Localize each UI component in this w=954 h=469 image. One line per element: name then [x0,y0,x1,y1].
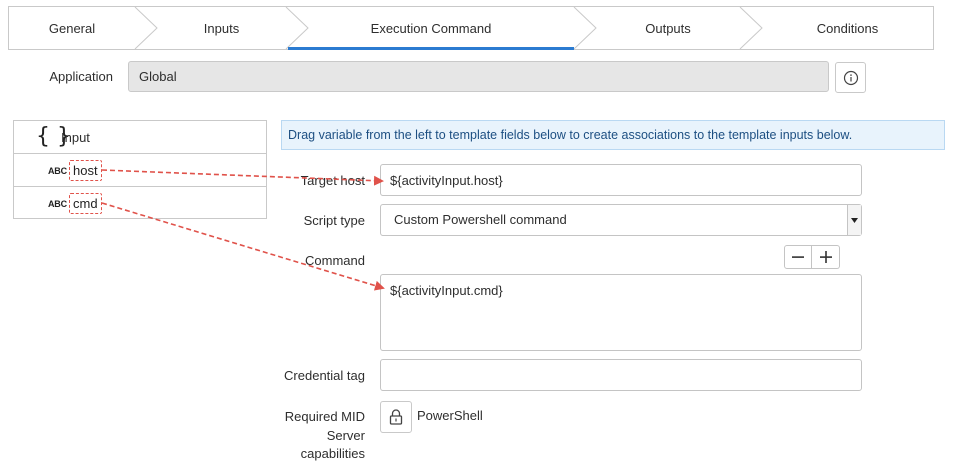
wizard-steps: General Inputs Execution Command Outputs… [8,6,934,50]
variable-root-row[interactable]: { } Input [14,121,266,154]
active-step-indicator [288,47,574,50]
variable-row-cmd[interactable]: ABC cmd [14,187,266,220]
step-general[interactable]: General [9,7,135,49]
plus-icon [819,251,832,263]
step-outputs-label: Outputs [645,21,691,36]
target-host-input[interactable] [380,164,862,196]
decrease-rows-button[interactable] [784,245,812,269]
lock-icon [389,409,403,425]
step-inputs-label: Inputs [203,21,240,36]
drag-hint-banner: Drag variable from the left to template … [281,120,945,150]
capabilities-value: PowerShell [417,408,483,423]
capabilities-label: Required MID Server capabilities [262,408,365,464]
step-inputs[interactable]: Inputs [157,7,286,49]
command-textarea[interactable]: ${activityInput.cmd} [380,274,862,351]
variable-pill-host[interactable]: host [69,160,102,181]
step-conditions[interactable]: Conditions [762,7,933,49]
step-execution-command-label: Execution Command [370,21,492,36]
dropdown-arrow-icon [847,205,861,235]
variable-pill-cmd[interactable]: cmd [69,193,102,214]
info-button[interactable] [835,62,866,93]
info-icon [843,70,858,85]
command-text: ${activityInput.cmd} [390,283,503,298]
script-type-select[interactable]: Custom Powershell command [380,204,862,236]
capabilities-label-line: Server [326,427,365,443]
target-host-label: Target host [300,173,365,188]
variable-row-host[interactable]: ABC host [14,154,266,187]
minus-icon [792,256,804,258]
credential-tag-label: Credential tag [284,368,365,383]
application-label: Application [49,69,113,84]
capabilities-lock-button[interactable] [380,401,412,433]
variable-tree: { } Input ABC host ABC cmd [13,120,267,219]
capabilities-label-line: Required MID [284,409,365,424]
command-label: Command [305,253,365,268]
string-type-icon: ABC [48,199,67,209]
step-conditions-label: Conditions [816,21,879,36]
script-type-value: Custom Powershell command [394,212,567,227]
variable-root-label: Input [61,130,90,145]
string-type-icon: ABC [48,166,67,176]
capabilities-label-line: capabilities [300,446,365,461]
step-outputs[interactable]: Outputs [596,7,740,49]
step-general-label: General [48,21,96,36]
script-type-label: Script type [303,213,365,228]
step-execution-command[interactable]: Execution Command [288,7,574,50]
application-field: Global [128,61,829,92]
increase-rows-button[interactable] [812,245,840,269]
credential-tag-input[interactable] [380,359,862,391]
